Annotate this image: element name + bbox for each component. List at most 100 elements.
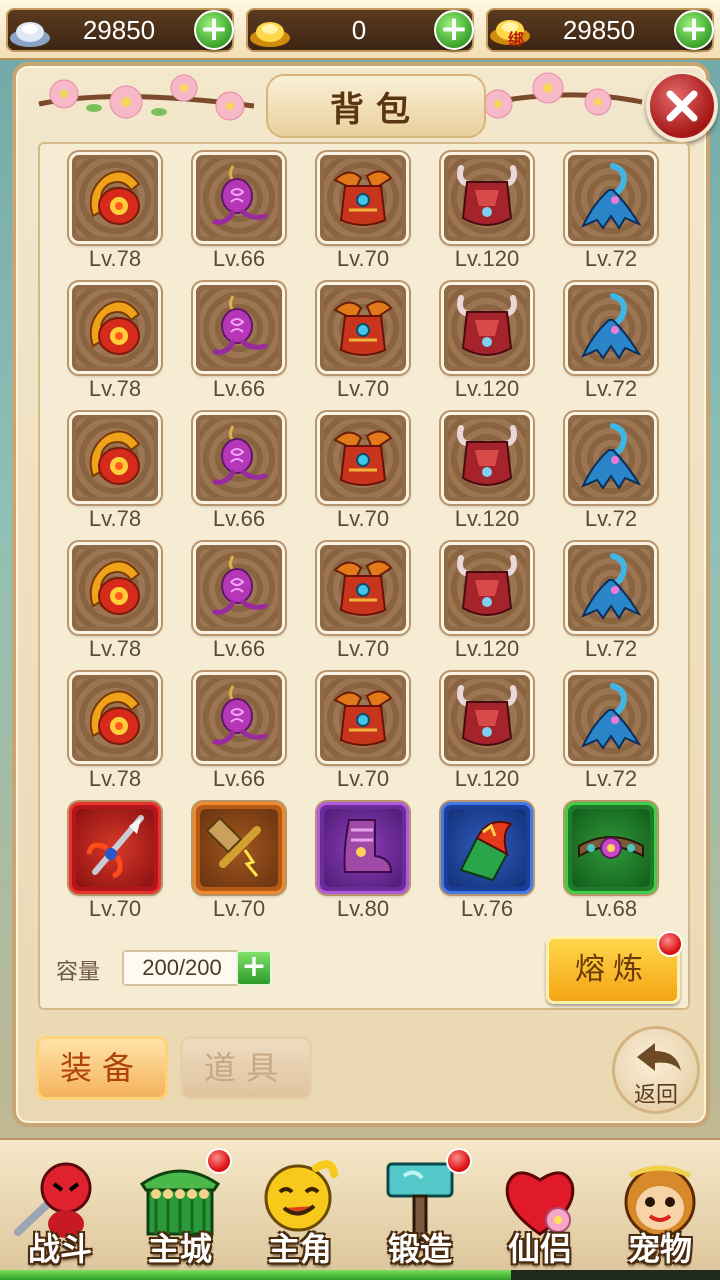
close-button[interactable] bbox=[646, 70, 718, 142]
item-slot[interactable] bbox=[317, 802, 409, 894]
item-slot[interactable] bbox=[565, 542, 657, 634]
inventory-item[interactable]: Lv.78 bbox=[58, 280, 182, 406]
back-button[interactable]: 返回 bbox=[612, 1026, 700, 1114]
inventory-item[interactable]: Lv.78 bbox=[58, 410, 182, 536]
item-level: Lv.72 bbox=[584, 246, 638, 271]
tab-equipment[interactable]: 装备 bbox=[36, 1036, 168, 1100]
inventory-item[interactable]: Lv.76 bbox=[430, 800, 554, 926]
add-silver-button[interactable]: + bbox=[194, 10, 234, 50]
item-slot[interactable] bbox=[193, 802, 285, 894]
bound-gold-value: 29850 bbox=[562, 15, 636, 45]
blue-cape-icon bbox=[573, 290, 649, 366]
nav-item-hero[interactable]: 主角 bbox=[240, 1148, 360, 1270]
inventory-item[interactable]: Lv.120 bbox=[430, 150, 554, 276]
item-slot[interactable] bbox=[69, 542, 161, 634]
item-slot[interactable] bbox=[441, 412, 533, 504]
item-slot[interactable] bbox=[317, 672, 409, 764]
item-slot[interactable] bbox=[193, 152, 285, 244]
smelt-button[interactable]: 熔炼 bbox=[546, 931, 683, 1004]
inventory-item[interactable]: Lv.70 bbox=[306, 540, 430, 666]
expand-capacity-button[interactable]: + bbox=[236, 950, 272, 986]
item-slot[interactable] bbox=[69, 802, 161, 894]
item-slot[interactable] bbox=[565, 672, 657, 764]
inventory-item[interactable]: Lv.66 bbox=[182, 410, 306, 536]
item-slot[interactable] bbox=[193, 282, 285, 374]
inventory-item[interactable]: Lv.70 bbox=[306, 150, 430, 276]
red-amulet-icon bbox=[79, 682, 151, 754]
item-slot[interactable] bbox=[565, 282, 657, 374]
item-slot[interactable] bbox=[441, 672, 533, 764]
inventory-item[interactable]: Lv.66 bbox=[182, 280, 306, 406]
item-level: Lv.72 bbox=[584, 376, 638, 401]
nav-label: 主角 bbox=[267, 1230, 332, 1268]
nav-item-companion-heart[interactable]: 仙侣 bbox=[480, 1148, 600, 1270]
inventory-item[interactable]: Lv.70 bbox=[306, 410, 430, 536]
inventory-item[interactable]: Lv.120 bbox=[430, 670, 554, 796]
item-slot[interactable] bbox=[441, 282, 533, 374]
item-slot[interactable] bbox=[317, 412, 409, 504]
tab-items[interactable]: 道具 bbox=[180, 1036, 312, 1100]
inventory-item[interactable]: Lv.72 bbox=[554, 280, 678, 406]
inventory-item[interactable]: Lv.70 bbox=[306, 280, 430, 406]
inventory-item[interactable]: Lv.66 bbox=[182, 670, 306, 796]
spear-icon bbox=[77, 810, 153, 886]
inventory-item[interactable]: Lv.70 bbox=[306, 670, 430, 796]
silver-counter: 29850 + bbox=[6, 8, 234, 52]
inventory-item[interactable]: Lv.120 bbox=[430, 540, 554, 666]
item-slot[interactable] bbox=[565, 152, 657, 244]
item-slot[interactable] bbox=[193, 672, 285, 764]
capacity-label: 容量 bbox=[56, 960, 101, 985]
item-slot[interactable] bbox=[565, 412, 657, 504]
inventory-item[interactable]: Lv.66 bbox=[182, 540, 306, 666]
item-level: Lv.70 bbox=[336, 636, 390, 661]
item-slot[interactable] bbox=[193, 542, 285, 634]
item-slot[interactable] bbox=[193, 412, 285, 504]
inventory-item[interactable]: Lv.80 bbox=[306, 800, 430, 926]
nav-item-pet-monkey[interactable]: 宠物 bbox=[600, 1148, 720, 1270]
purple-pendant-icon bbox=[203, 682, 275, 754]
inventory-item[interactable]: Lv.66 bbox=[182, 150, 306, 276]
red-armor-icon bbox=[325, 290, 401, 366]
item-slot[interactable] bbox=[441, 542, 533, 634]
inventory-item[interactable]: Lv.70 bbox=[58, 800, 182, 926]
notification-dot bbox=[206, 1148, 232, 1174]
inventory-item[interactable]: Lv.78 bbox=[58, 540, 182, 666]
inventory-item[interactable]: Lv.78 bbox=[58, 670, 182, 796]
item-slot[interactable] bbox=[565, 802, 657, 894]
item-slot[interactable] bbox=[441, 802, 533, 894]
progress-fill bbox=[0, 1270, 512, 1280]
item-slot[interactable] bbox=[69, 672, 161, 764]
add-bound-gold-button[interactable]: + bbox=[674, 10, 714, 50]
purple-pendant-icon bbox=[203, 552, 275, 624]
inventory-item[interactable]: Lv.120 bbox=[430, 410, 554, 536]
inventory-item[interactable]: Lv.72 bbox=[554, 670, 678, 796]
item-slot[interactable] bbox=[69, 412, 161, 504]
item-slot[interactable] bbox=[317, 282, 409, 374]
purple-boots-icon bbox=[325, 810, 401, 886]
item-level: Lv.72 bbox=[584, 766, 638, 791]
nav-item-forge-hammer[interactable]: 锻造 bbox=[360, 1148, 480, 1270]
bound-gold-ingot-icon: 绑 bbox=[486, 8, 534, 56]
inventory-item[interactable]: Lv.72 bbox=[554, 540, 678, 666]
inventory-area: Lv.78 Lv.66 Lv.70 Lv.120 Lv.72 Lv.78 Lv.66 Lv.7… bbox=[38, 142, 690, 1010]
add-gold-button[interactable]: + bbox=[434, 10, 474, 50]
item-slot[interactable] bbox=[441, 152, 533, 244]
inventory-item[interactable]: Lv.120 bbox=[430, 280, 554, 406]
item-level: Lv.78 bbox=[88, 766, 142, 791]
nav-label: 锻造 bbox=[387, 1230, 452, 1268]
bottom-nav: 战斗 主城 主角 锻造 仙侣 宠物 bbox=[0, 1138, 720, 1280]
inventory-item[interactable]: Lv.72 bbox=[554, 410, 678, 536]
item-slot[interactable] bbox=[317, 152, 409, 244]
horned-armor-icon bbox=[449, 420, 525, 496]
inventory-item[interactable]: Lv.72 bbox=[554, 150, 678, 276]
inventory-item[interactable]: Lv.70 bbox=[182, 800, 306, 926]
item-slot[interactable] bbox=[69, 282, 161, 374]
inventory-item[interactable]: Lv.78 bbox=[58, 150, 182, 276]
inventory-item[interactable]: Lv.68 bbox=[554, 800, 678, 926]
item-slot[interactable] bbox=[69, 152, 161, 244]
item-slot[interactable] bbox=[317, 542, 409, 634]
nav-item-battle[interactable]: 战斗 bbox=[0, 1148, 120, 1270]
item-level: Lv.78 bbox=[88, 636, 142, 661]
backpack-panel: 背包 Lv.78 Lv.66 Lv.70 Lv.120 Lv.72 Lv.78 Lv.66 L… bbox=[12, 62, 718, 1127]
nav-item-main-city[interactable]: 主城 bbox=[120, 1148, 240, 1270]
